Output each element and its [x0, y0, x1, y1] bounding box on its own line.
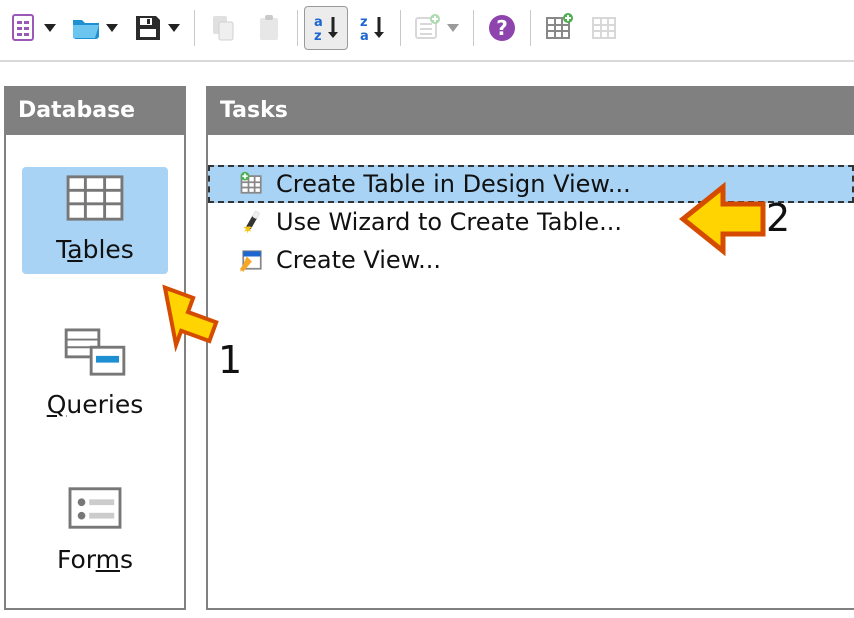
- svg-text:?: ?: [496, 16, 508, 40]
- queries-icon: [64, 328, 126, 378]
- toolbar-separator: [194, 10, 195, 46]
- svg-text:a: a: [360, 29, 369, 44]
- toolbar-separator: [473, 10, 474, 46]
- paste-icon: [253, 12, 285, 44]
- chevron-down-icon: [44, 24, 56, 32]
- database-category-list: Tables Queries: [6, 135, 184, 592]
- wizard-icon: [238, 208, 266, 236]
- toolbar-separator: [400, 10, 401, 46]
- form-new-icon: [411, 12, 443, 44]
- svg-text:z: z: [314, 29, 322, 44]
- forms-icon: [64, 483, 126, 533]
- paste-button[interactable]: [247, 6, 291, 50]
- new-table-button[interactable]: [537, 6, 581, 50]
- new-document-button[interactable]: [4, 6, 64, 50]
- new-document-icon: [8, 12, 40, 44]
- copy-button[interactable]: [201, 6, 245, 50]
- tables-icon: [64, 173, 126, 223]
- folder-open-icon: [70, 12, 102, 44]
- help-button[interactable]: ?: [480, 6, 524, 50]
- toolbar-separator: [530, 10, 531, 46]
- chevron-down-icon: [447, 24, 459, 32]
- category-tables[interactable]: Tables: [22, 167, 168, 274]
- database-panel: Database Tables: [4, 86, 186, 610]
- table-new-icon: [238, 170, 266, 198]
- new-form-button[interactable]: [407, 6, 467, 50]
- open-button[interactable]: [66, 6, 126, 50]
- table-new-icon: [543, 12, 575, 44]
- task-label: Create Table in Design View...: [276, 170, 631, 198]
- sort-desc-icon: z a: [356, 12, 388, 44]
- view-icon: [238, 246, 266, 274]
- copy-icon: [207, 12, 239, 44]
- tasks-list: Create Table in Design View... Use Wizar…: [208, 135, 854, 279]
- sort-descending-button[interactable]: z a: [350, 6, 394, 50]
- sort-ascending-button[interactable]: a z: [304, 6, 348, 50]
- tasks-panel-title: Tasks: [208, 88, 854, 135]
- tasks-panel: Tasks Create Table in Design View...: [206, 86, 854, 610]
- task-create-table-design[interactable]: Create Table in Design View...: [208, 165, 854, 203]
- category-label: Queries: [47, 390, 144, 419]
- svg-text:a: a: [314, 15, 323, 30]
- category-forms[interactable]: Forms: [22, 477, 168, 584]
- task-create-table-wizard[interactable]: Use Wizard to Create Table...: [208, 203, 854, 241]
- save-button[interactable]: [128, 6, 188, 50]
- table-button[interactable]: [583, 6, 627, 50]
- chevron-down-icon: [106, 24, 118, 32]
- category-queries[interactable]: Queries: [22, 322, 168, 429]
- main-toolbar: a z z a ?: [0, 0, 854, 62]
- task-label: Create View...: [276, 246, 441, 274]
- help-icon: ?: [486, 12, 518, 44]
- category-label: Tables: [56, 235, 134, 264]
- toolbar-separator: [297, 10, 298, 46]
- task-create-view[interactable]: Create View...: [208, 241, 854, 279]
- main-area: Database Tables: [0, 62, 854, 610]
- sort-asc-icon: a z: [310, 12, 342, 44]
- database-panel-title: Database: [6, 88, 184, 135]
- task-label: Use Wizard to Create Table...: [276, 208, 622, 236]
- table-icon: [589, 12, 621, 44]
- chevron-down-icon: [168, 24, 180, 32]
- save-icon: [132, 12, 164, 44]
- svg-text:z: z: [360, 15, 368, 30]
- category-label: Forms: [57, 545, 133, 574]
